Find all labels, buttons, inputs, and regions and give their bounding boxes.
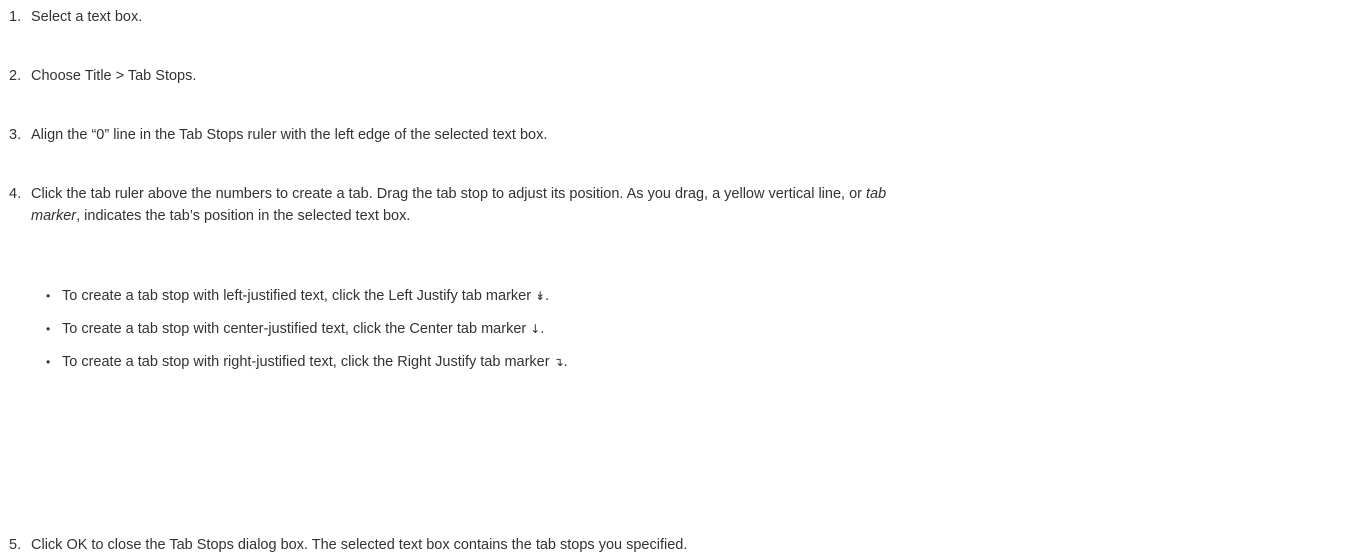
bullet-dot: • bbox=[46, 322, 51, 336]
step-number: 4. bbox=[9, 186, 22, 202]
step-number: 2. bbox=[9, 68, 22, 84]
bullet-text: To create a tab stop with right-justifie… bbox=[46, 351, 568, 373]
center-tab-marker-icon: ↓ bbox=[530, 322, 541, 336]
bullet-end: . bbox=[563, 354, 568, 370]
bullet-center: • To create a tab stop with center-justi… bbox=[46, 318, 544, 340]
instruction-document: 1. Select a text box. 2. Choose Title > … bbox=[0, 0, 1367, 560]
bullet-right-justify: • To create a tab stop with right-justif… bbox=[46, 351, 568, 373]
step-text: Choose Title > Tab Stops. bbox=[31, 68, 197, 84]
bullet-text: To create a tab stop with center-justifi… bbox=[46, 318, 544, 340]
bullet-text: To create a tab stop with left-justified… bbox=[46, 285, 549, 307]
right-justify-tab-marker-icon: ↴ bbox=[553, 355, 564, 369]
tab-term: tab bbox=[866, 186, 887, 202]
bullet-dot: • bbox=[46, 289, 51, 303]
step-text: Click OK to close the Tab Stops dialog b… bbox=[31, 537, 688, 553]
bullet-end: . bbox=[545, 288, 550, 304]
step-text: Select a text box. bbox=[31, 9, 143, 25]
step-number: 1. bbox=[9, 9, 22, 25]
bullet-dot: • bbox=[46, 355, 51, 369]
step-1: 1. Select a text box. bbox=[9, 6, 1357, 28]
step-text: Align the “0” line in the Tab Stops rule… bbox=[31, 127, 548, 143]
bullet-label: To create a tab stop with center-justifi… bbox=[62, 321, 531, 337]
marker-term: marker bbox=[31, 208, 77, 224]
step-4: 4. Click the tab ruler above the numbers… bbox=[9, 183, 1357, 227]
step-number: 3. bbox=[9, 127, 22, 143]
bullet-left-justify: • To create a tab stop with left-justifi… bbox=[46, 285, 549, 307]
bullet-end: . bbox=[540, 321, 545, 337]
step-text: Click the tab ruler above the numbers to… bbox=[9, 183, 1357, 227]
left-justify-tab-marker-icon: ↡ bbox=[535, 289, 546, 303]
step-3: 3. Align the “0” line in the Tab Stops r… bbox=[9, 124, 1357, 146]
step-5: 5. Click OK to close the Tab Stops dialo… bbox=[9, 534, 1357, 556]
step-text-part: , indicates the tab’s position in the se… bbox=[76, 208, 411, 224]
step-text-part: Click the tab ruler above the numbers to… bbox=[31, 186, 866, 202]
bullet-label: To create a tab stop with right-justifie… bbox=[62, 354, 554, 370]
step-2: 2. Choose Title > Tab Stops. bbox=[9, 65, 1357, 87]
bullet-label: To create a tab stop with left-justified… bbox=[62, 288, 536, 304]
step-number: 5. bbox=[9, 537, 22, 553]
